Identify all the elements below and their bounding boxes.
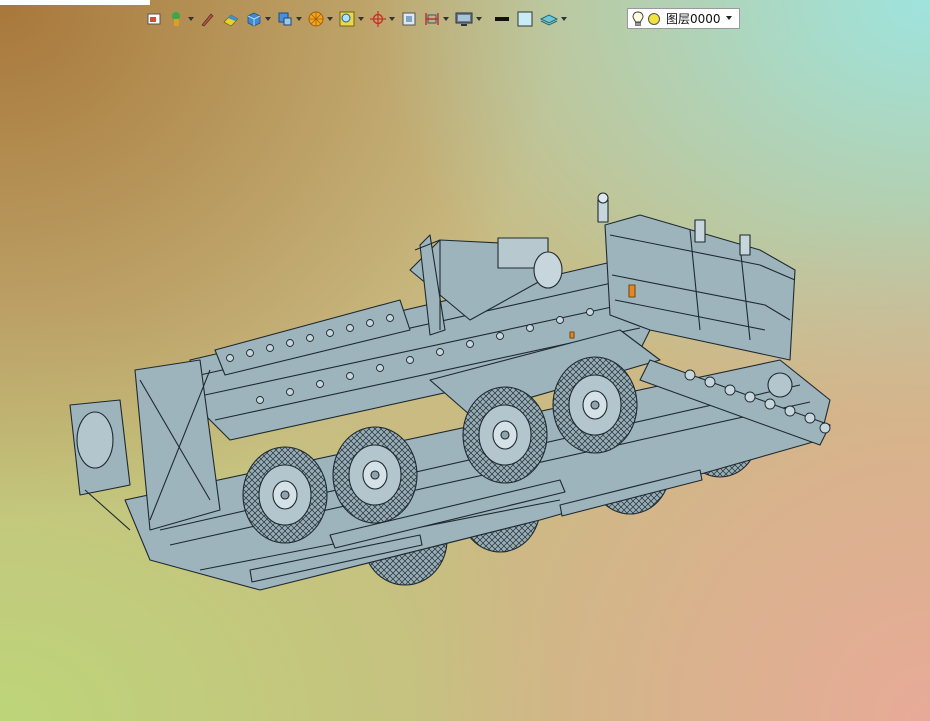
chevron-down-icon: [265, 17, 271, 21]
monitor-icon: [455, 12, 473, 26]
section-button[interactable]: [423, 9, 449, 29]
chevron-down-icon: [443, 17, 449, 21]
pen-button[interactable]: [199, 9, 217, 29]
origin-icon: [370, 11, 386, 27]
solid-box-icon: [247, 12, 261, 27]
monitor-button[interactable]: [454, 9, 482, 29]
color-swatch-button[interactable]: [516, 9, 534, 29]
main-toolbar: [145, 8, 567, 30]
layer-stack-icon: [539, 14, 559, 26]
chevron-down-icon: [188, 17, 194, 21]
display-mode-button[interactable]: [276, 9, 302, 29]
render-icon: [308, 11, 324, 27]
view-icon: [147, 13, 161, 25]
display-mode-icon: [278, 12, 292, 26]
eraser-icon: [223, 14, 239, 27]
layer-manager-icon: [172, 12, 180, 26]
section-icon: [425, 13, 439, 25]
zoom-fit-button[interactable]: [338, 9, 364, 29]
solid-box-button[interactable]: [245, 9, 271, 29]
chevron-down-icon: [389, 17, 395, 21]
layer-manager-button[interactable]: [168, 9, 194, 29]
layer-color-dot-icon[interactable]: [647, 12, 661, 26]
frame-icon: [402, 12, 416, 26]
chevron-down-icon: [358, 17, 364, 21]
eraser-button[interactable]: [222, 9, 240, 29]
frame-button[interactable]: [400, 9, 418, 29]
title-bar-fragment: [0, 0, 150, 5]
line-weight-icon: [495, 17, 509, 21]
chevron-down-icon: [296, 17, 302, 21]
chevron-down-icon: [561, 17, 567, 21]
color-swatch-icon: [517, 11, 533, 27]
truck-crane-model: [69, 192, 831, 591]
lightbulb-icon[interactable]: [632, 10, 644, 27]
chevron-down-icon[interactable]: [726, 16, 732, 20]
zoom-fit-icon: [339, 11, 355, 27]
render-button[interactable]: [307, 9, 333, 29]
view-button[interactable]: [145, 9, 163, 29]
3d-viewport[interactable]: [0, 30, 930, 721]
line-weight-button[interactable]: [493, 9, 511, 29]
chevron-down-icon: [327, 17, 333, 21]
pen-icon: [201, 13, 214, 27]
chevron-down-icon: [476, 17, 482, 21]
layer-select[interactable]: 图层0000: [627, 8, 740, 29]
origin-button[interactable]: [369, 9, 395, 29]
layer-stack-button[interactable]: [539, 9, 567, 29]
current-layer-name: 图层0000: [666, 12, 721, 26]
